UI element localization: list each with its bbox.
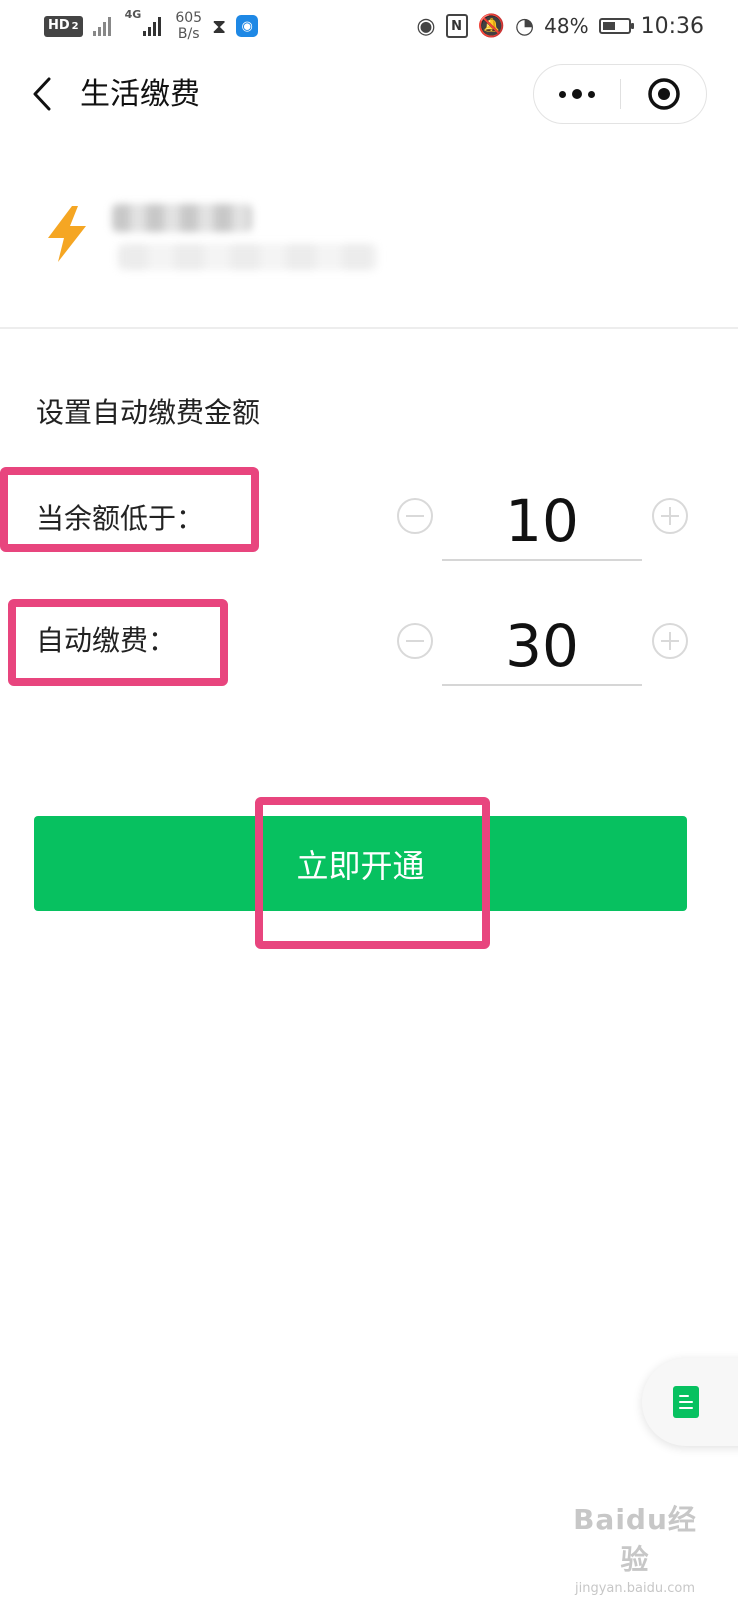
- section-divider: [0, 327, 738, 329]
- network-type-label: 4G: [124, 8, 142, 21]
- back-button[interactable]: [24, 76, 60, 112]
- blurred-account-number: [118, 244, 378, 270]
- watermark-sub: jingyan.baidu.com: [575, 1581, 695, 1596]
- hourglass-icon: ⧗: [212, 14, 227, 38]
- battery-percent: 48%: [544, 14, 589, 38]
- nfc-icon: N: [445, 14, 468, 38]
- document-icon: [673, 1386, 699, 1418]
- target-circle-icon: [648, 78, 680, 110]
- network-speed: 605 B/s: [175, 10, 202, 42]
- wifi-app-icon: ◉: [236, 15, 259, 37]
- minus-icon: [406, 515, 424, 517]
- status-left: HD 2 4G 605 B/s ⧗ ◉: [44, 8, 259, 44]
- mute-bell-icon: 🔕: [477, 13, 505, 39]
- baidu-watermark: Baidu经验 jingyan.baidu.com: [560, 1500, 710, 1596]
- auto-pay-amount-input[interactable]: 30: [442, 608, 642, 686]
- auto-pay-decrease-button[interactable]: [397, 623, 433, 659]
- highlight-box-activate: [255, 797, 490, 949]
- lightning-icon: [48, 206, 86, 262]
- eye-icon: ◉: [416, 13, 436, 39]
- threshold-increase-button[interactable]: [652, 498, 688, 534]
- floating-records-button[interactable]: [642, 1358, 738, 1446]
- highlight-box-threshold: [0, 467, 259, 552]
- minus-icon: [406, 640, 424, 642]
- hd-badge: HD 2: [44, 15, 83, 37]
- hd-label: HD: [48, 17, 70, 33]
- chevron-left-icon: [33, 77, 51, 111]
- battery-fill: [602, 22, 615, 30]
- auto-pay-increase-button[interactable]: [652, 623, 688, 659]
- speed-value: 605: [175, 10, 203, 26]
- threshold-amount-input[interactable]: 10: [442, 483, 642, 561]
- status-bar: HD 2 4G 605 B/s ⧗ ◉ ◉ N 🔕 ◔ 48% 10:36: [0, 0, 738, 52]
- page-title: 生活缴费: [80, 77, 200, 112]
- highlight-box-auto-pay: [8, 599, 228, 686]
- more-button[interactable]: [534, 65, 620, 123]
- status-time: 10:36: [640, 13, 704, 39]
- watermark-main: Baidu经验: [573, 1503, 697, 1576]
- sim-label: 2: [71, 20, 79, 32]
- signal-x-icon: [92, 16, 115, 36]
- speed-gauge-icon: ◔: [514, 13, 535, 39]
- section-heading: 设置自动缴费金额: [36, 396, 261, 429]
- speed-unit: B/s: [177, 26, 200, 42]
- blurred-account-name: [112, 204, 252, 232]
- close-mini-program-button[interactable]: [621, 65, 707, 123]
- status-right: ◉ N 🔕 ◔ 48% 10:36: [416, 8, 704, 44]
- battery-icon: [598, 18, 634, 34]
- more-dots-icon: [559, 90, 566, 98]
- signal-4g-icon: [143, 16, 165, 36]
- mini-program-capsule: [533, 64, 707, 124]
- threshold-decrease-button[interactable]: [397, 498, 433, 534]
